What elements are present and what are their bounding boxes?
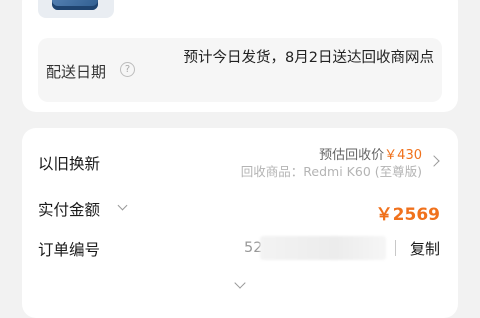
- chevron-down-icon[interactable]: [117, 200, 128, 211]
- delivery-date-label: 配送日期: [46, 63, 107, 81]
- order-number-redacted: [260, 236, 386, 260]
- divider: [395, 240, 396, 256]
- product-thumbnail[interactable]: [38, 0, 114, 18]
- payment-label: 实付金额: [38, 201, 101, 219]
- trade-in-item: 回收商品：Redmi K60 (至尊版): [240, 164, 422, 179]
- help-icon[interactable]: ?: [120, 62, 135, 77]
- payment-amount: ￥2569: [375, 205, 440, 225]
- expand-chevron-icon[interactable]: [234, 277, 246, 289]
- order-details-card: 以旧换新 预估回收价￥430 回收商品：Redmi K60 (至尊版) 实付金额…: [22, 128, 458, 318]
- delivery-date-value: 预计今日发货，8月2日送达回收商网点: [183, 50, 434, 66]
- copy-button[interactable]: 复制: [410, 238, 440, 259]
- order-number-label: 订单编号: [38, 241, 101, 259]
- delivery-date-panel: 配送日期 ? 预计今日发货，8月2日送达回收商网点: [38, 38, 442, 102]
- phone-image: [52, 0, 98, 10]
- chevron-right-icon[interactable]: [428, 155, 440, 167]
- trade-in-label: 以旧换新: [38, 155, 101, 173]
